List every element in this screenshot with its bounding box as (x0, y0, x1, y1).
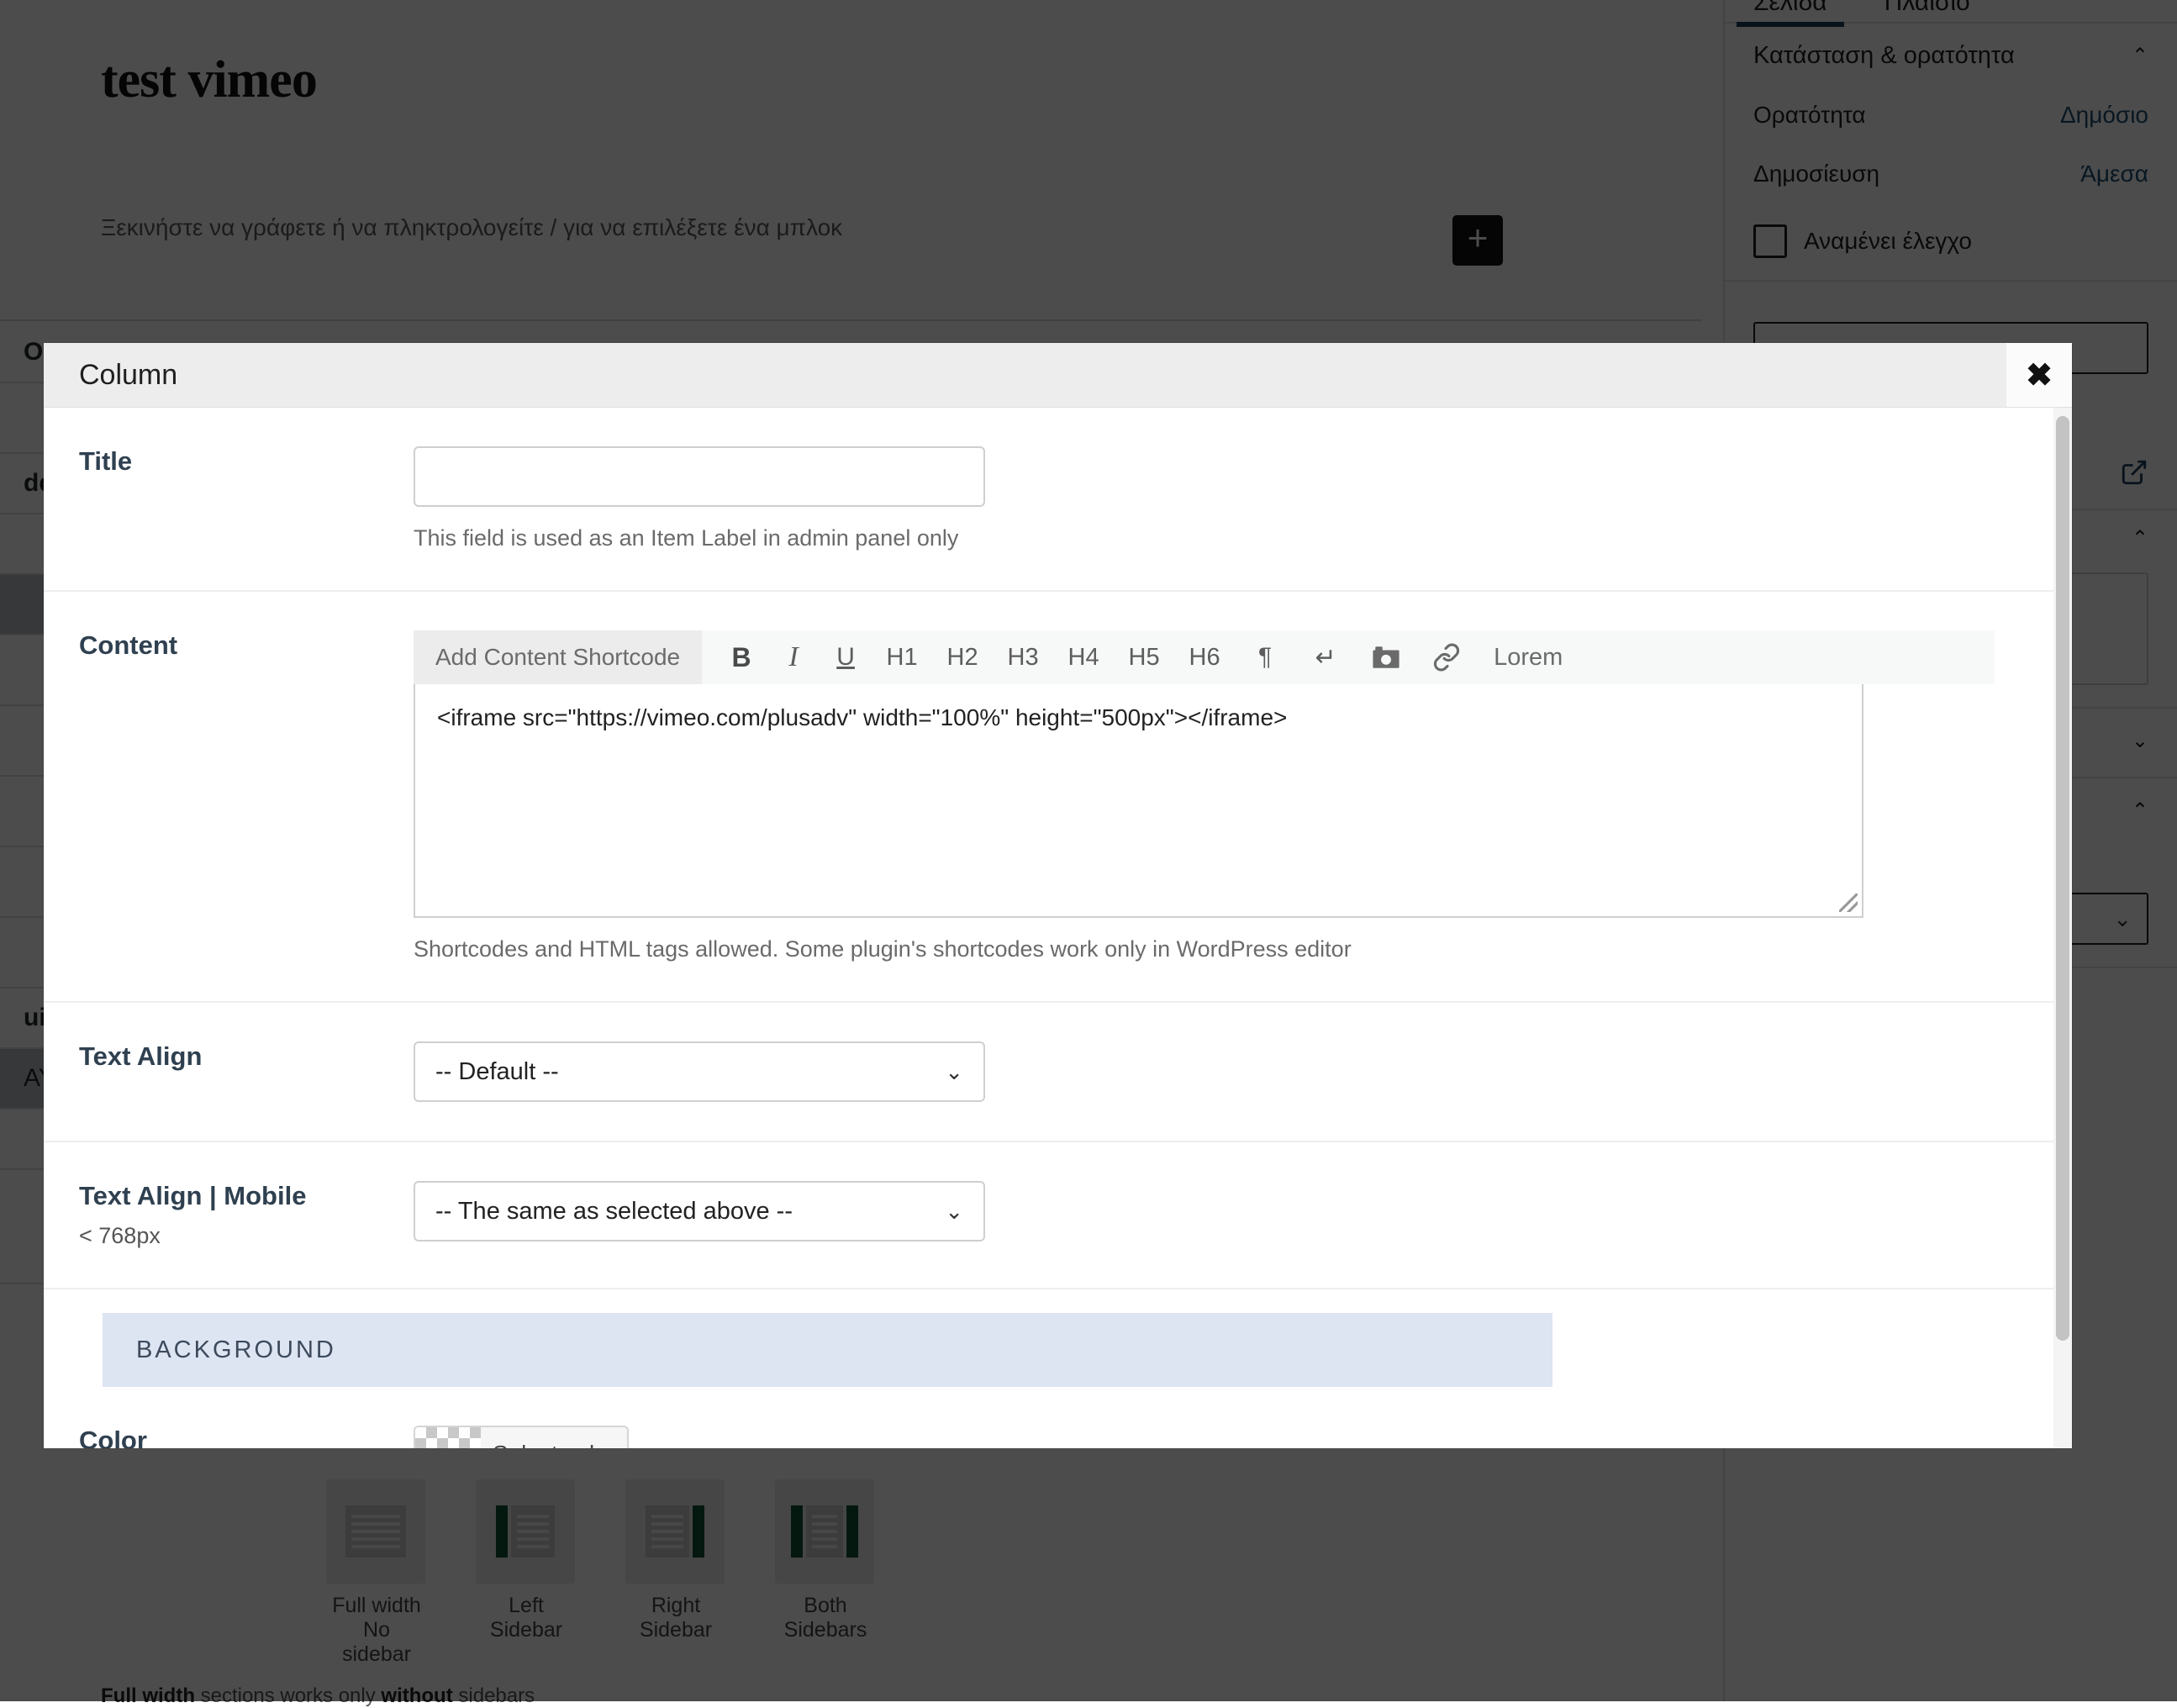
italic-button[interactable]: I (767, 630, 820, 684)
color-swatch-icon (415, 1427, 481, 1448)
title-field-hint: This field is used as an Item Label in a… (414, 525, 959, 551)
field-row-title: Title This field is used as an Item Labe… (44, 408, 2053, 592)
underline-button[interactable]: U (820, 630, 872, 684)
link-icon[interactable] (1416, 630, 1477, 684)
field-row-text-align-mobile: Text Align | Mobile < 768px -- The same … (44, 1142, 2053, 1289)
text-align-mobile-field-label: Text Align | Mobile < 768px (44, 1142, 414, 1288)
text-align-mobile-label-text: Text Align | Mobile (79, 1181, 307, 1210)
close-icon[interactable]: ✖ (2006, 343, 2072, 407)
column-settings-modal: Column ✖ Title This field is used as an … (44, 343, 2072, 1448)
paragraph-icon[interactable]: ¶ (1235, 630, 1295, 684)
modal-title: Column (79, 358, 178, 391)
modal-scrollbar-track[interactable] (2053, 408, 2072, 1448)
color-picker[interactable]: Select color (414, 1426, 629, 1448)
text-align-field-label: Text Align (79, 1041, 203, 1071)
color-field-label: Color (79, 1426, 147, 1448)
field-row-content: Content Add Content Shortcode B I U H1 H… (44, 592, 2053, 1003)
h1-button[interactable]: H1 (872, 630, 932, 684)
modal-header: Column ✖ (44, 343, 2072, 408)
h3-button[interactable]: H3 (993, 630, 1053, 684)
text-align-mobile-select[interactable]: -- The same as selected above -- ⌄ (414, 1181, 985, 1241)
modal-scrollbar-thumb[interactable] (2056, 416, 2069, 1341)
camera-icon[interactable] (1356, 630, 1416, 684)
content-editor-toolbar: Add Content Shortcode B I U H1 H2 H3 H4 … (414, 630, 1995, 684)
modal-scroll-area: Title This field is used as an Item Labe… (44, 408, 2053, 1448)
text-align-mobile-select-value: -- The same as selected above -- (435, 1197, 793, 1225)
h2-button[interactable]: H2 (932, 630, 993, 684)
lorem-button[interactable]: Lorem (1477, 630, 1579, 684)
modal-body: Title This field is used as an Item Labe… (44, 408, 2072, 1448)
chevron-down-icon: ⌄ (945, 1058, 963, 1084)
field-row-color: Color Select color (44, 1387, 2053, 1448)
title-input[interactable] (414, 446, 985, 507)
content-field-hint: Shortcodes and HTML tags allowed. Some p… (414, 936, 1352, 962)
resize-handle[interactable] (1839, 894, 1858, 912)
text-align-select-value: -- Default -- (435, 1057, 559, 1085)
content-textarea[interactable]: <iframe src="https://vimeo.com/plusadv" … (414, 684, 1863, 918)
title-field-label: Title (79, 446, 133, 476)
chevron-down-icon: ⌄ (945, 1198, 963, 1224)
content-textarea-value: <iframe src="https://vimeo.com/plusadv" … (437, 704, 1288, 730)
field-row-background-banner: BACKGROUND (44, 1289, 2053, 1387)
h4-button[interactable]: H4 (1053, 630, 1114, 684)
text-align-mobile-sublabel: < 768px (79, 1223, 161, 1248)
content-field-label: Content (79, 630, 178, 660)
add-content-shortcode-button[interactable]: Add Content Shortcode (414, 630, 703, 684)
h6-button[interactable]: H6 (1174, 630, 1235, 684)
bold-button[interactable]: B (715, 630, 767, 684)
select-color-button[interactable]: Select color (481, 1427, 627, 1448)
line-break-icon[interactable]: ↵ (1295, 630, 1356, 684)
h5-button[interactable]: H5 (1114, 630, 1174, 684)
background-section-banner: BACKGROUND (103, 1313, 1552, 1387)
text-align-select[interactable]: -- Default -- ⌄ (414, 1041, 985, 1102)
field-row-text-align: Text Align -- Default -- ⌄ (44, 1003, 2053, 1142)
